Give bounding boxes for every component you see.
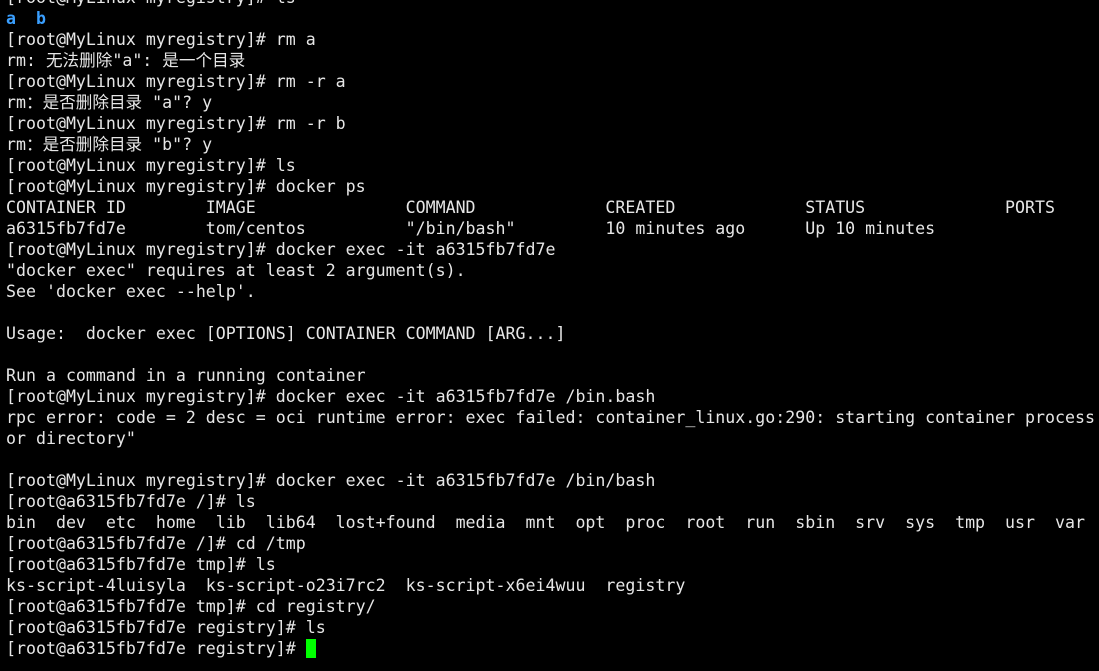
line-text: Run a command in a running container xyxy=(6,366,366,385)
line-text: [root@MyLinux myregistry]# docker exec -… xyxy=(6,471,656,490)
line-text: ks-script-4luisyla ks-script-o23i7rc2 ks… xyxy=(6,576,686,595)
terminal-line: CONTAINER ID IMAGE COMMAND CREATED STATU… xyxy=(6,197,1099,218)
terminal-line: [root@a6315fb7fd7e /]# ls xyxy=(6,491,1099,512)
line-text: [root@MyLinux myregistry]# rm -r b xyxy=(6,114,346,133)
terminal-line: rm: 无法删除"a": 是一个目录 xyxy=(6,50,1099,71)
terminal-line: [root@MyLinux myregistry]# docker exec -… xyxy=(6,239,1099,260)
line-text: [root@a6315fb7fd7e /]# ls xyxy=(6,492,256,511)
directory-entry: a xyxy=(6,9,16,28)
terminal-line: See 'docker exec --help'. xyxy=(6,281,1099,302)
terminal-line: rm：是否删除目录 "b"? y xyxy=(6,134,1099,155)
line-text: [root@a6315fb7fd7e registry]# xyxy=(6,639,306,658)
terminal-line: Run a command in a running container xyxy=(6,365,1099,386)
terminal-line: a6315fb7fd7e tom/centos "/bin/bash" 10 m… xyxy=(6,218,1099,239)
terminal-line: rpc error: code = 2 desc = oci runtime e… xyxy=(6,407,1099,428)
terminal-line: [root@a6315fb7fd7e registry]# xyxy=(6,638,1099,659)
line-text: [root@a6315fb7fd7e tmp]# ls xyxy=(6,555,276,574)
line-text: [root@MyLinux myregistry]# docker exec -… xyxy=(6,387,656,406)
directory-entry: b xyxy=(35,9,46,28)
line-text: a6315fb7fd7e tom/centos "/bin/bash" 10 m… xyxy=(6,219,936,238)
terminal-line: Usage: docker exec [OPTIONS] CONTAINER C… xyxy=(6,323,1099,344)
terminal-line: [root@MyLinux myregistry]# rm a xyxy=(6,29,1099,50)
line-text: [root@MyLinux myregistry]# docker exec -… xyxy=(6,240,556,259)
terminal-line: [root@a6315fb7fd7e /]# cd /tmp xyxy=(6,533,1099,554)
terminal-line: [root@MyLinux myregistry]# docker exec -… xyxy=(6,470,1099,491)
terminal-line: [root@a6315fb7fd7e registry]# ls xyxy=(6,617,1099,638)
terminal-line: [root@MyLinux myregistry]# docker exec -… xyxy=(6,386,1099,407)
terminal-output[interactable]: [root@MyLinux myregistry]# lsa b[root@My… xyxy=(6,0,1099,659)
line-text: [root@a6315fb7fd7e registry]# ls xyxy=(6,618,326,637)
line-text: "docker exec" requires at least 2 argume… xyxy=(6,261,466,280)
line-text: rpc error: code = 2 desc = oci runtime e… xyxy=(6,408,1095,427)
text-cursor xyxy=(305,639,316,658)
line-text: [root@MyLinux myregistry]# docker ps xyxy=(6,177,366,196)
line-text: [root@a6315fb7fd7e /]# cd /tmp xyxy=(6,534,306,553)
terminal-line: [root@a6315fb7fd7e tmp]# cd registry/ xyxy=(6,596,1099,617)
terminal-line: [root@MyLinux myregistry]# ls xyxy=(6,155,1099,176)
terminal-line: rm：是否删除目录 "a"? y xyxy=(6,92,1099,113)
terminal-line: bin dev etc home lib lib64 lost+found me… xyxy=(6,512,1099,533)
line-text: or directory" xyxy=(6,429,136,448)
line-text: bin dev etc home lib lib64 lost+found me… xyxy=(6,513,1085,532)
line-text: Usage: docker exec [OPTIONS] CONTAINER C… xyxy=(6,324,566,343)
line-text: [root@MyLinux myregistry]# ls xyxy=(6,156,296,175)
line-text: [root@MyLinux myregistry]# rm a xyxy=(6,30,316,49)
line-text: [root@MyLinux myregistry]# rm -r a xyxy=(6,72,346,91)
terminal-line: [root@MyLinux myregistry]# ls xyxy=(6,0,1099,8)
terminal-line: "docker exec" requires at least 2 argume… xyxy=(6,260,1099,281)
terminal-line: a b xyxy=(6,8,1099,29)
terminal-line: [root@MyLinux myregistry]# rm -r a xyxy=(6,71,1099,92)
line-text: See 'docker exec --help'. xyxy=(6,282,256,301)
line-text: rm：是否删除目录 "b"? y xyxy=(6,135,213,154)
terminal-line: [root@MyLinux myregistry]# rm -r b xyxy=(6,113,1099,134)
terminal-line: [root@MyLinux myregistry]# docker ps xyxy=(6,176,1099,197)
terminal-line: or directory" xyxy=(6,428,1099,449)
line-text: [root@a6315fb7fd7e tmp]# cd registry/ xyxy=(6,597,376,616)
line-text: CONTAINER ID IMAGE COMMAND CREATED STATU… xyxy=(6,198,1055,217)
line-text: rm: 无法删除"a": 是一个目录 xyxy=(6,51,246,70)
line-text: [root@MyLinux myregistry]# ls xyxy=(6,0,296,7)
terminal-line: ks-script-4luisyla ks-script-o23i7rc2 ks… xyxy=(6,575,1099,596)
terminal-line: [root@a6315fb7fd7e tmp]# ls xyxy=(6,554,1099,575)
line-text: rm：是否删除目录 "a"? y xyxy=(6,93,213,112)
